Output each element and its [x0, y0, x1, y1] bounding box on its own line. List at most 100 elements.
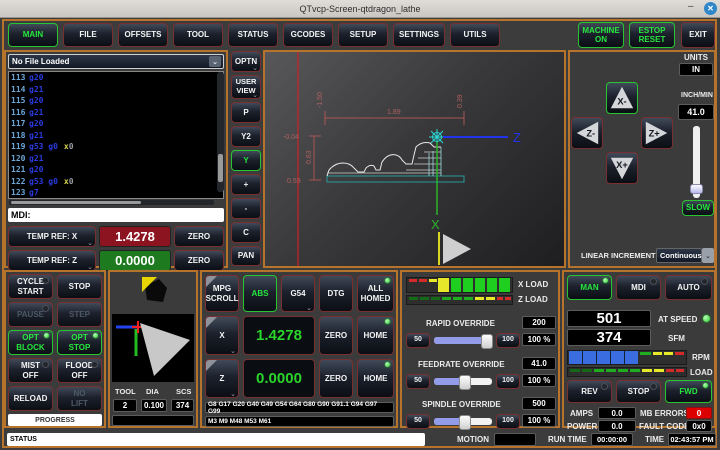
- x-zero-button[interactable]: ZERO: [319, 316, 353, 355]
- status-message-field[interactable]: STATUS: [7, 433, 425, 446]
- gcode-horizontal-scrollbar[interactable]: [9, 200, 214, 205]
- view-clear-button[interactable]: C: [231, 222, 261, 243]
- slow-button[interactable]: SLOW: [682, 200, 714, 216]
- abs-button[interactable]: ABS: [243, 275, 277, 312]
- tab-setup[interactable]: SETUP: [338, 23, 388, 47]
- feedrate-slider[interactable]: [434, 378, 492, 385]
- spindle-fwd-button[interactable]: FWD: [665, 380, 712, 403]
- spindle-slider[interactable]: [434, 418, 492, 425]
- jog-z-plus-button[interactable]: Z+: [641, 117, 673, 149]
- jog-rate-slider[interactable]: [693, 126, 700, 198]
- exit-button[interactable]: EXIT: [681, 22, 715, 48]
- view-user-view-button[interactable]: USER VIEW⌄: [231, 75, 261, 99]
- pause-led: [42, 305, 49, 312]
- chevron-down-icon[interactable]: ⌄: [702, 248, 714, 263]
- chevron-down-icon[interactable]: ⌄: [209, 56, 221, 67]
- temp-ref-x-button[interactable]: TEMP REF: X ⌄: [8, 226, 96, 247]
- mdi-mode-button[interactable]: MDI: [616, 275, 661, 300]
- x-home-button[interactable]: HOME: [357, 316, 394, 355]
- pause-button[interactable]: PAUSE: [8, 302, 53, 327]
- rapid-value: 200: [522, 316, 556, 329]
- spindle-slider-handle[interactable]: [459, 415, 471, 430]
- jog-x-minus-button[interactable]: X-: [606, 82, 638, 114]
- tool-col-label: TOOL: [115, 387, 136, 396]
- close-icon[interactable]: ✕: [704, 2, 717, 15]
- cycle-start-button[interactable]: CYCLE START: [8, 274, 53, 299]
- feedrate-50-button[interactable]: 50: [406, 374, 430, 389]
- no-lift-button[interactable]: NO LIFT: [57, 386, 102, 411]
- g54-button[interactable]: G54⌄: [281, 275, 315, 312]
- man-mode-button[interactable]: MAN: [567, 275, 612, 300]
- temp-ref-z-button[interactable]: TEMP REF: Z ⌄: [8, 250, 96, 271]
- step-button[interactable]: STEP: [57, 302, 102, 327]
- spindle-stop-button[interactable]: STOP: [616, 380, 661, 403]
- rapid-slider[interactable]: [434, 337, 492, 344]
- feedrate-100-button[interactable]: 100: [496, 374, 520, 389]
- linear-increment-dropdown[interactable]: Continuous: [656, 248, 702, 263]
- z-load-bar: [406, 295, 513, 305]
- z-home-button[interactable]: HOME: [357, 359, 394, 398]
- view-y-button[interactable]: Y: [231, 150, 261, 171]
- minimize-icon[interactable]: –: [688, 1, 694, 12]
- jog-rate-slider-handle[interactable]: [690, 184, 703, 194]
- temp-ref-z-zero-button[interactable]: ZERO: [174, 250, 224, 271]
- gcode-list[interactable]: 113g20 114g21 115g20 116g21 117g20 118g2…: [8, 71, 224, 199]
- linear-increment-label: LINEAR INCREMENT: [581, 251, 656, 260]
- jog-x-plus-button[interactable]: X+: [606, 152, 638, 184]
- flood-button[interactable]: FLOOD OFF: [57, 358, 102, 383]
- tab-tool[interactable]: TOOL: [173, 23, 223, 47]
- x-load-label: X LOAD: [518, 280, 548, 289]
- z-axis-button[interactable]: Z⌄: [205, 359, 239, 398]
- opt-block-button[interactable]: OPT BLOCK: [8, 330, 53, 355]
- gcode-vertical-scrollbar[interactable]: [217, 72, 224, 192]
- dtg-button[interactable]: DTG: [319, 275, 353, 312]
- sfm-display: 374: [567, 329, 651, 346]
- tab-gcodes[interactable]: GCODES: [283, 23, 333, 47]
- view-p-button[interactable]: P: [231, 102, 261, 123]
- svg-text:Z+: Z+: [649, 129, 661, 139]
- gremlin-preview[interactable]: -1.50 1.89 0.39 -0.04 0.63 0.59 Z: [263, 50, 566, 268]
- opt-stop-button[interactable]: OPT STOP: [57, 330, 102, 355]
- reload-button[interactable]: RELOAD: [8, 386, 53, 411]
- rapid-slider-handle[interactable]: [481, 334, 493, 349]
- tab-main[interactable]: MAIN: [8, 23, 58, 47]
- jog-z-minus-button[interactable]: Z-: [571, 117, 603, 149]
- spindle-value: 500: [522, 397, 556, 410]
- file-loaded-dropdown[interactable]: No File Loaded ⌄: [8, 54, 224, 69]
- all-homed-button[interactable]: ALL HOMED: [357, 275, 394, 312]
- view-y2-button[interactable]: Y2: [231, 126, 261, 147]
- machine-on-button[interactable]: MACHINE ON: [578, 22, 624, 48]
- auto-mode-button[interactable]: AUTO: [665, 275, 712, 300]
- mist-button[interactable]: MIST OFF: [8, 358, 53, 383]
- z-zero-button[interactable]: ZERO: [319, 359, 353, 398]
- x-axis-button[interactable]: X⌄: [205, 316, 239, 355]
- tab-file[interactable]: FILE: [63, 23, 113, 47]
- gcode-line: 118g21: [9, 130, 223, 142]
- stop-button[interactable]: STOP: [57, 274, 102, 299]
- statusbar: STATUS MOTION RUN TIME 00:00:00 TIME 02:…: [2, 430, 717, 448]
- mpg-scroll-button[interactable]: MPG SCROLL: [205, 275, 239, 312]
- view-zoom-in-button[interactable]: +: [231, 174, 261, 195]
- rapid-100-button[interactable]: 100: [496, 333, 520, 348]
- spindle-100-button[interactable]: 100: [496, 414, 520, 429]
- tab-settings[interactable]: SETTINGS: [393, 23, 445, 47]
- spindle-50-button[interactable]: 50: [406, 414, 430, 429]
- estop-reset-button[interactable]: ESTOP RESET: [629, 22, 675, 48]
- all-homed-led: [385, 278, 390, 283]
- view-optn-button[interactable]: OPTN⌄: [231, 51, 261, 72]
- view-pan-button[interactable]: PAN: [231, 246, 261, 266]
- spindle-rev-button[interactable]: REV: [567, 380, 612, 403]
- temp-ref-x-zero-button[interactable]: ZERO: [174, 226, 224, 247]
- mdi-input[interactable]: MDI:: [8, 208, 224, 222]
- rapid-50-button[interactable]: 50: [406, 333, 430, 348]
- x-home-led: [385, 319, 390, 324]
- feedrate-slider-handle[interactable]: [459, 375, 471, 390]
- dim-top-left: -1.50: [317, 92, 324, 108]
- view-zoom-out-button[interactable]: -: [231, 198, 261, 219]
- z-dro-display: 0.0000: [243, 359, 315, 398]
- file-panel: No File Loaded ⌄ 113g20 114g21 115g20 11…: [4, 50, 228, 268]
- tab-status[interactable]: STATUS: [228, 23, 278, 47]
- tab-utils[interactable]: UTILS: [450, 23, 500, 47]
- chevron-down-icon: ⌄: [87, 240, 93, 247]
- tab-offsets[interactable]: OFFSETS: [118, 23, 168, 47]
